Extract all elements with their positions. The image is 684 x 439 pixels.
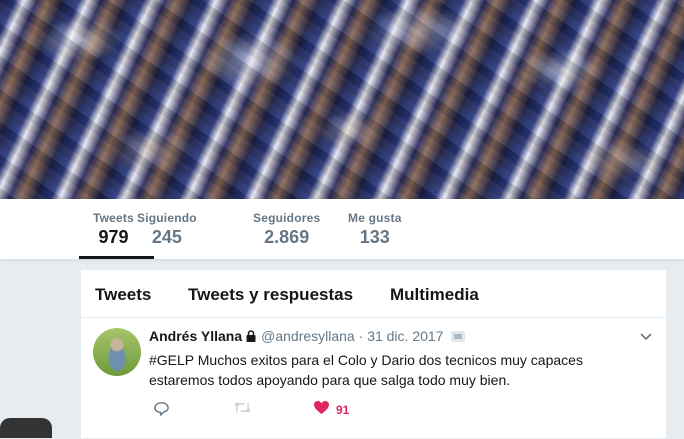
stat-followers[interactable]: Seguidores 2.869: [253, 211, 320, 248]
tweet-separator: ·: [358, 328, 364, 344]
stat-label: Siguiendo: [137, 211, 197, 225]
tweet-text: #GELP Muchos exitos para el Colo y Dario…: [149, 352, 583, 388]
like-button[interactable]: 91: [313, 400, 349, 420]
messages-dock-tab[interactable]: [0, 418, 52, 438]
stat-tweets[interactable]: Tweets 979: [79, 211, 154, 259]
stat-value: 133: [359, 227, 390, 247]
tweet-fullname[interactable]: Andrés Yllana: [149, 328, 242, 344]
tab-tweets[interactable]: Tweets: [95, 285, 151, 305]
tweet-header: Andrés Yllana @andresyllana · 31 dic. 201…: [149, 328, 466, 344]
tab-tweets-and-replies[interactable]: Tweets y respuestas: [188, 285, 353, 305]
profile-header-photo: [0, 0, 684, 199]
profile-nav: Tweets 979 Siguiendo 245 Seguidores 2.86…: [0, 199, 684, 259]
chevron-down-icon[interactable]: [638, 328, 654, 344]
stat-value: 245: [151, 227, 182, 247]
stat-label: Seguidores: [253, 211, 321, 225]
stat-label: Tweets: [93, 211, 134, 225]
tweet-timestamp[interactable]: 31 dic. 2017: [367, 328, 443, 344]
heart-icon: [313, 400, 330, 420]
stat-label: Me gusta: [348, 211, 402, 225]
stat-value: 2.869: [264, 227, 310, 247]
retweet-button[interactable]: [233, 400, 252, 420]
translate-icon: [451, 331, 466, 342]
tweet[interactable]: Andrés Yllana @andresyllana · 31 dic. 201…: [81, 318, 666, 438]
stat-value: 979: [98, 227, 129, 247]
like-count: 91: [336, 403, 350, 417]
avatar[interactable]: [93, 328, 141, 376]
stat-likes[interactable]: Me gusta 133: [348, 211, 402, 248]
timeline: Tweets Tweets y respuestas Multimedia An…: [80, 269, 667, 439]
reply-icon: [153, 400, 170, 422]
lock-icon: [245, 329, 257, 342]
retweet-icon: [233, 400, 252, 420]
reply-button[interactable]: [153, 400, 170, 422]
timeline-tabs: Tweets Tweets y respuestas Multimedia: [81, 270, 666, 318]
stat-following[interactable]: Siguiendo 245: [137, 211, 197, 248]
tab-media[interactable]: Multimedia: [390, 285, 479, 305]
tweet-handle[interactable]: @andresyllana: [261, 328, 355, 344]
